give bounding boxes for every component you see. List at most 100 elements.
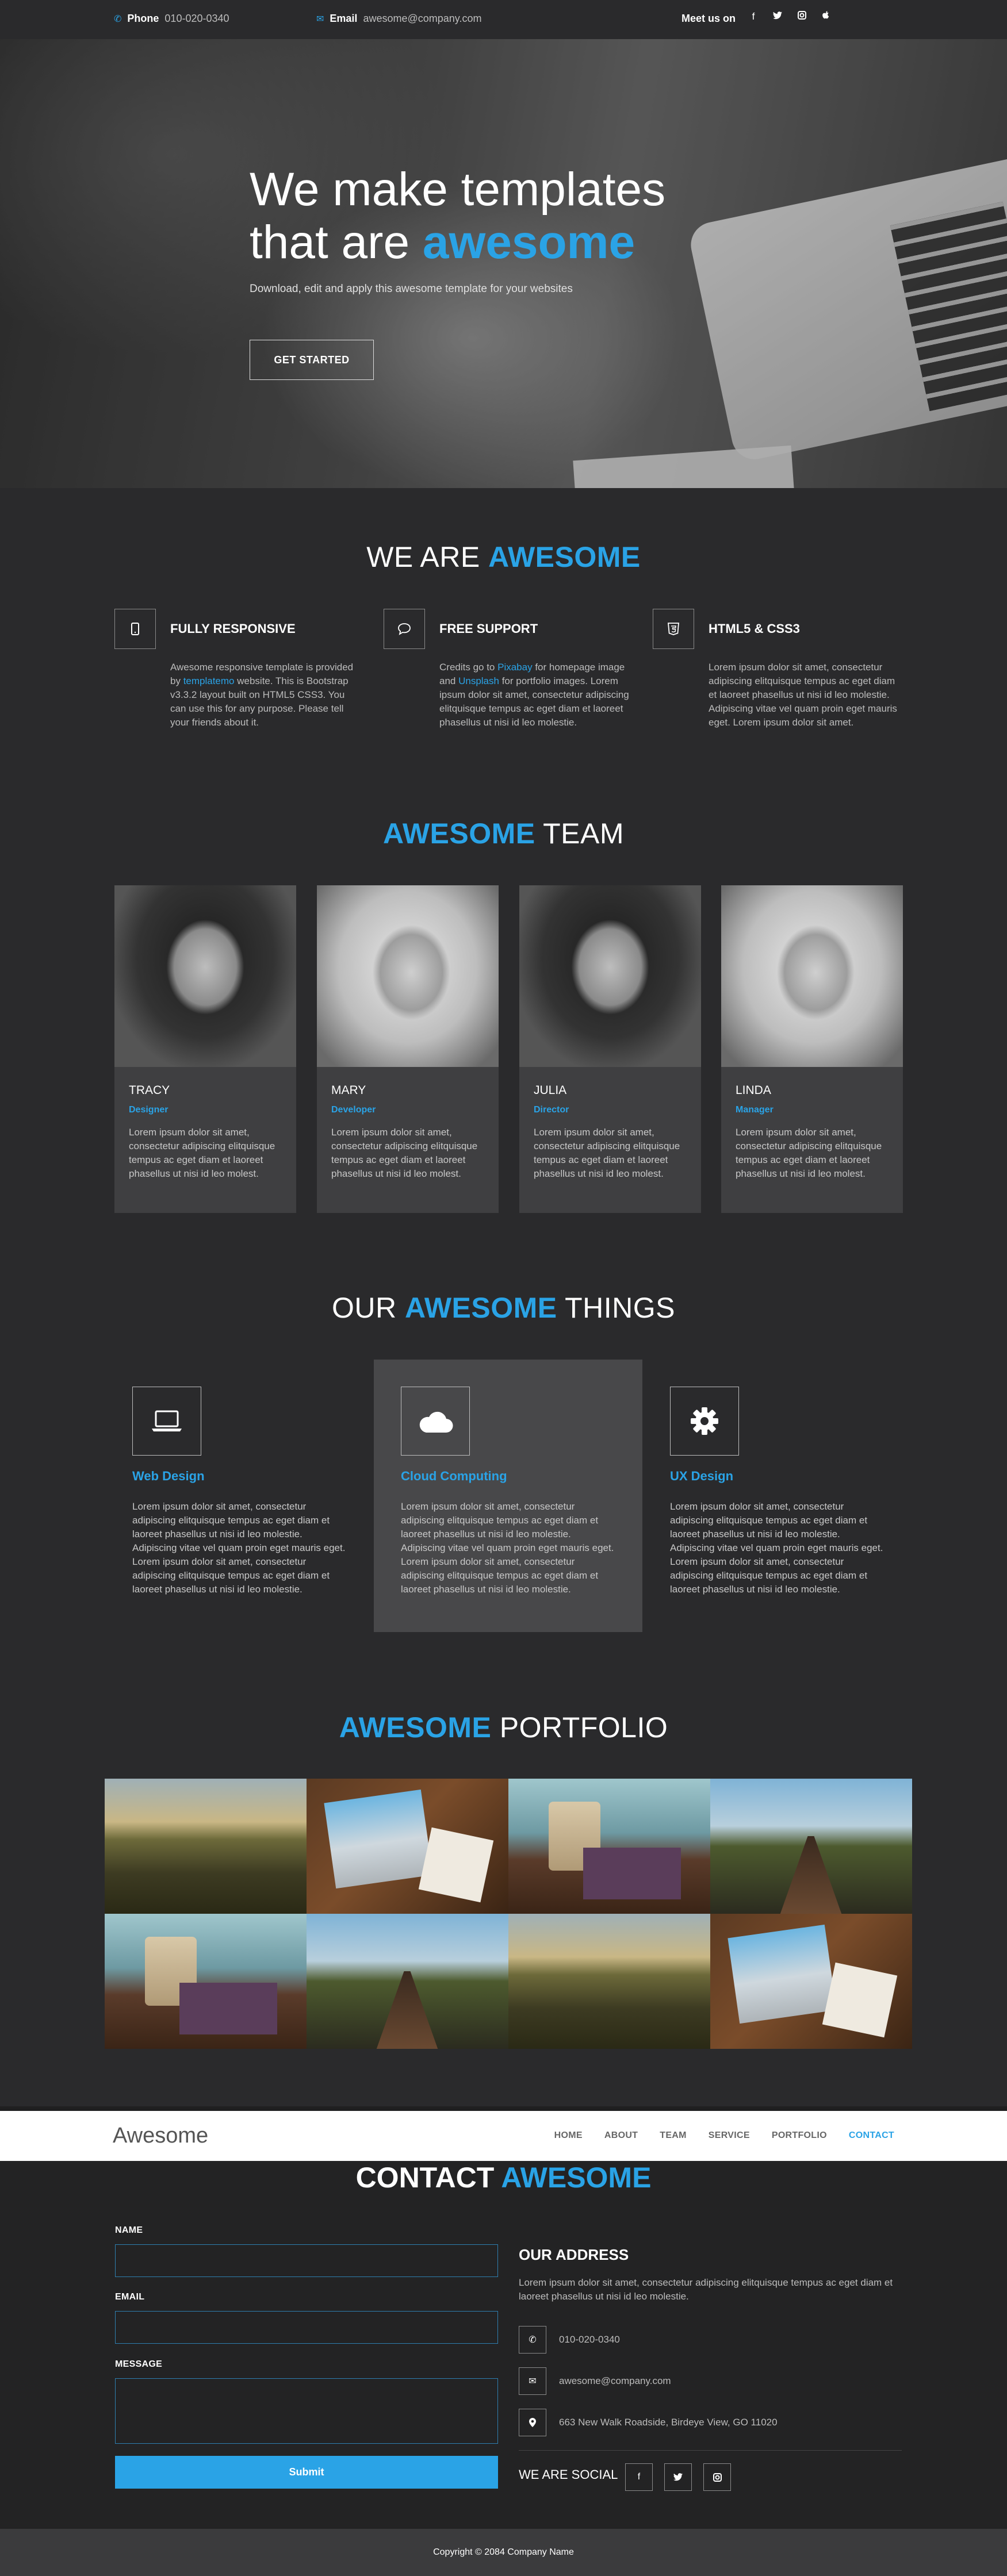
team-member-card: JULIA Director Lorem ipsum dolor sit ame… bbox=[519, 885, 701, 1213]
footer-copyright: Copyright © 2084 Company Name bbox=[0, 2529, 1007, 2576]
meet-us-label: Meet us on bbox=[681, 13, 736, 24]
team-member-card: LINDA Manager Lorem ipsum dolor sit amet… bbox=[721, 885, 903, 1213]
pixabay-link[interactable]: Pixabay bbox=[497, 662, 532, 673]
email-label: EMAIL bbox=[115, 2292, 145, 2302]
member-photo bbox=[114, 885, 296, 1067]
member-name: MARY bbox=[331, 1084, 366, 1097]
top-bar: ✆ Phone 010-020-0340 ✉ Email awesome@com… bbox=[0, 0, 1007, 39]
twitter-icon[interactable] bbox=[664, 2463, 692, 2491]
portfolio-image-landscape[interactable] bbox=[508, 1914, 710, 2049]
name-label: NAME bbox=[115, 2225, 143, 2235]
nav-item-contact[interactable]: CONTACT bbox=[849, 2130, 894, 2141]
facebook-icon[interactable]: f bbox=[625, 2463, 653, 2491]
twitter-icon[interactable] bbox=[770, 11, 785, 23]
hero-banner: We make templates that are awesome Downl… bbox=[0, 39, 1007, 488]
contact-address: 663 New Walk Roadside, Birdeye View, GO … bbox=[519, 2409, 778, 2436]
message-field[interactable] bbox=[115, 2378, 498, 2444]
service-text: Lorem ipsum dolor sit amet, consectetur … bbox=[132, 1501, 346, 1595]
portfolio-image-coffee[interactable] bbox=[508, 1779, 710, 1914]
member-name: TRACY bbox=[129, 1084, 170, 1097]
portfolio-image-railway[interactable] bbox=[307, 1914, 508, 2049]
portfolio-image-laptop[interactable] bbox=[307, 1779, 508, 1914]
top-social-links: f bbox=[746, 11, 833, 23]
address-title: OUR ADDRESS bbox=[519, 2246, 629, 2263]
hero-title: We make templates that are awesome bbox=[250, 163, 666, 268]
portfolio-image-laptop[interactable] bbox=[710, 1914, 912, 2049]
member-photo bbox=[721, 885, 903, 1067]
name-field[interactable] bbox=[115, 2244, 498, 2277]
nav-item-portfolio[interactable]: PORTFOLIO bbox=[772, 2130, 827, 2141]
member-photo bbox=[317, 885, 499, 1067]
portfolio-image-coffee[interactable] bbox=[105, 1914, 307, 2049]
facebook-icon[interactable]: f bbox=[746, 11, 761, 23]
instagram-icon[interactable] bbox=[794, 11, 809, 23]
envelope-icon: ✉ bbox=[316, 14, 324, 24]
submit-button[interactable]: Submit bbox=[115, 2456, 498, 2489]
member-bio: Lorem ipsum dolor sit amet, consectetur … bbox=[534, 1127, 680, 1179]
contact-social-links: f bbox=[625, 2463, 731, 2491]
gear-icon bbox=[670, 1387, 739, 1456]
feature-text: Credits go to Pixabay for homepage image… bbox=[439, 662, 629, 728]
service-ux-design: UX Design Lorem ipsum dolor sit amet, co… bbox=[643, 1360, 912, 1632]
nav-menu: HOME ABOUT TEAM SERVICE PORTFOLIO CONTAC… bbox=[554, 2130, 894, 2141]
service-text: Lorem ipsum dolor sit amet, consectetur … bbox=[670, 1501, 883, 1595]
team-member-card: MARY Developer Lorem ipsum dolor sit ame… bbox=[317, 885, 499, 1213]
service-text: Lorem ipsum dolor sit amet, consectetur … bbox=[401, 1501, 614, 1595]
service-title: Web Design bbox=[132, 1469, 205, 1483]
feature-title: FULLY RESPONSIVE bbox=[170, 621, 296, 636]
feature-title: FREE SUPPORT bbox=[439, 621, 538, 636]
phone-number: 010-020-0340 bbox=[164, 13, 229, 24]
chat-icon bbox=[384, 609, 425, 649]
map-pin-icon bbox=[519, 2409, 546, 2436]
contact-email: ✉ awesome@company.com bbox=[519, 2367, 671, 2395]
address-description: Lorem ipsum dolor sit amet, consectetur … bbox=[519, 2277, 893, 2302]
email-address[interactable]: awesome@company.com bbox=[363, 13, 481, 25]
hero-subtitle: Download, edit and apply this awesome te… bbox=[250, 283, 573, 295]
social-title: WE ARE SOCIAL bbox=[519, 2467, 618, 2482]
apple-icon[interactable] bbox=[818, 11, 833, 23]
feature-title: HTML5 & CSS3 bbox=[709, 621, 800, 636]
message-label: MESSAGE bbox=[115, 2359, 163, 2369]
nav-item-about[interactable]: ABOUT bbox=[604, 2130, 638, 2141]
nav-item-service[interactable]: SERVICE bbox=[709, 2130, 750, 2141]
service-title: Cloud Computing bbox=[401, 1469, 507, 1483]
email-info: ✉ Email awesome@company.com bbox=[316, 13, 481, 25]
member-name: JULIA bbox=[534, 1084, 567, 1097]
feature-text: Lorem ipsum dolor sit amet, consectetur … bbox=[709, 662, 897, 728]
member-role: Manager bbox=[736, 1105, 774, 1115]
member-bio: Lorem ipsum dolor sit amet, consectetur … bbox=[736, 1127, 882, 1179]
contact-phone: ✆ 010-020-0340 bbox=[519, 2326, 620, 2354]
member-bio: Lorem ipsum dolor sit amet, consectetur … bbox=[331, 1127, 478, 1179]
member-photo bbox=[519, 885, 701, 1067]
member-role: Designer bbox=[129, 1105, 169, 1115]
html5-icon bbox=[653, 609, 694, 649]
email-field[interactable] bbox=[115, 2311, 498, 2344]
phone-icon: ✆ bbox=[114, 14, 122, 24]
nav-item-team[interactable]: TEAM bbox=[660, 2130, 687, 2141]
unsplash-link[interactable]: Unsplash bbox=[458, 675, 499, 686]
laptop-icon bbox=[132, 1387, 201, 1456]
mobile-icon bbox=[114, 609, 156, 649]
instagram-icon[interactable] bbox=[703, 2463, 731, 2491]
portfolio-image-landscape[interactable] bbox=[105, 1779, 307, 1914]
member-role: Developer bbox=[331, 1105, 376, 1115]
service-cloud-computing: Cloud Computing Lorem ipsum dolor sit am… bbox=[374, 1360, 642, 1632]
templatemo-link[interactable]: templatemo bbox=[183, 675, 235, 686]
member-name: LINDA bbox=[736, 1084, 771, 1097]
feature-text: Awesome responsive template is provided … bbox=[170, 662, 354, 728]
get-started-button[interactable]: GET STARTED bbox=[250, 340, 374, 380]
phone-info: ✆ Phone 010-020-0340 bbox=[114, 13, 229, 25]
main-navbar: Awesome HOME ABOUT TEAM SERVICE PORTFOLI… bbox=[0, 2106, 1007, 2161]
email-label: Email bbox=[330, 13, 358, 24]
portfolio-image-railway[interactable] bbox=[710, 1779, 912, 1914]
nav-item-home[interactable]: HOME bbox=[554, 2130, 583, 2141]
service-web-design: Web Design Lorem ipsum dolor sit amet, c… bbox=[105, 1360, 374, 1632]
portfolio-grid bbox=[105, 1779, 912, 2049]
contact-title: CONTACT AWESOME bbox=[355, 2162, 652, 2194]
cloud-icon bbox=[401, 1387, 470, 1456]
contact-section: CONTACT AWESOME NAME EMAIL MESSAGE Submi… bbox=[0, 2161, 1007, 2529]
member-bio: Lorem ipsum dolor sit amet, consectetur … bbox=[129, 1127, 275, 1179]
team-member-card: TRACY Designer Lorem ipsum dolor sit ame… bbox=[114, 885, 296, 1213]
divider bbox=[519, 2450, 902, 2451]
brand-logo[interactable]: Awesome bbox=[113, 2124, 208, 2148]
